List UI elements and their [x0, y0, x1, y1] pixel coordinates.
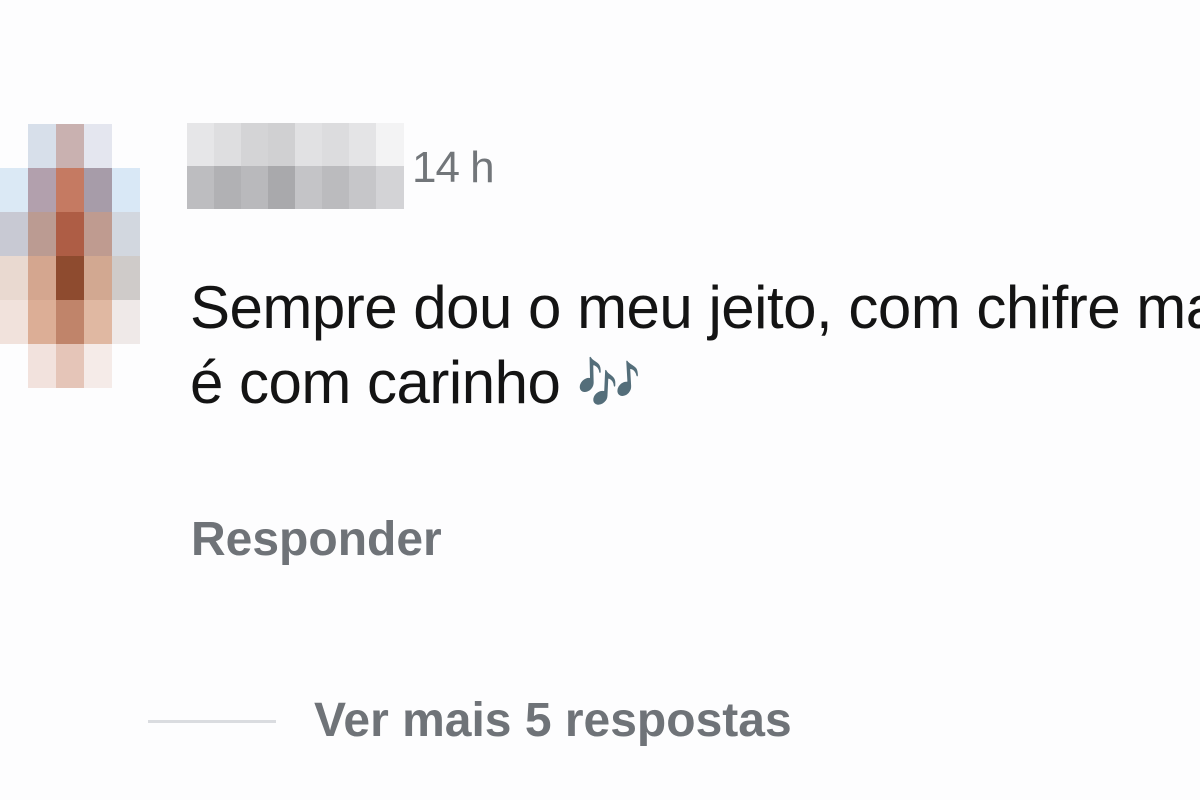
avatar-pixel — [84, 212, 112, 256]
replies-divider-line — [148, 719, 276, 723]
avatar-pixel — [28, 300, 56, 344]
avatar-pixel — [84, 300, 112, 344]
username-blurred[interactable] — [187, 123, 404, 209]
avatar-pixel — [84, 124, 112, 168]
username-pixel — [187, 166, 215, 209]
username-pixel — [241, 166, 269, 209]
avatar-pixel — [112, 344, 140, 388]
username-pixel — [376, 123, 404, 166]
username-pixel — [295, 166, 323, 209]
view-more-replies-label: Ver mais 5 respostas — [314, 694, 792, 747]
username-pixel — [322, 123, 350, 166]
avatar-pixel — [28, 124, 56, 168]
avatar-pixel — [112, 300, 140, 344]
avatar-pixel — [112, 124, 140, 168]
avatar-pixel — [56, 168, 84, 212]
avatar-pixel — [84, 168, 112, 212]
avatar-pixel — [56, 256, 84, 300]
username-pixel — [214, 123, 242, 166]
username-pixel — [187, 123, 215, 166]
username-pixel — [295, 123, 323, 166]
username-pixel — [376, 166, 404, 209]
avatar-pixel — [28, 212, 56, 256]
username-pixel — [268, 166, 296, 209]
avatar-pixel — [0, 344, 28, 388]
comment-timestamp: 14 h — [412, 143, 495, 192]
username-pixel — [214, 166, 242, 209]
username-pixel — [241, 123, 269, 166]
avatar-pixel — [84, 256, 112, 300]
avatar[interactable] — [0, 124, 140, 388]
avatar-pixel — [28, 168, 56, 212]
avatar-pixel — [56, 300, 84, 344]
avatar-pixel — [112, 168, 140, 212]
avatar-pixel — [0, 300, 28, 344]
avatar-pixel — [0, 212, 28, 256]
comment-item: 14 h Sempre dou o meu jeito, com chifre … — [0, 0, 1200, 800]
comment-text: Sempre dou o meu jeito, com chifre mas é… — [190, 270, 1200, 422]
comment-text-line1: Sempre dou o meu jeito, com chifre mas — [190, 274, 1200, 341]
avatar-pixel — [84, 344, 112, 388]
username-pixel — [349, 166, 377, 209]
musical-notes-icon: 🎶 — [576, 355, 642, 413]
view-more-replies-button[interactable]: Ver mais 5 respostas — [148, 686, 792, 756]
avatar-pixel — [56, 124, 84, 168]
reply-button[interactable]: Responder — [191, 508, 442, 572]
avatar-pixel — [112, 256, 140, 300]
avatar-pixel — [56, 212, 84, 256]
comment-text-line2: é com carinho — [190, 349, 561, 416]
username-pixel — [322, 166, 350, 209]
username-pixel — [349, 123, 377, 166]
avatar-pixel — [28, 256, 56, 300]
avatar-pixel — [0, 168, 28, 212]
avatar-pixel — [28, 344, 56, 388]
avatar-pixel — [56, 344, 84, 388]
username-pixel — [268, 123, 296, 166]
avatar-pixel — [0, 124, 28, 168]
avatar-pixel — [112, 212, 140, 256]
avatar-pixel — [0, 256, 28, 300]
